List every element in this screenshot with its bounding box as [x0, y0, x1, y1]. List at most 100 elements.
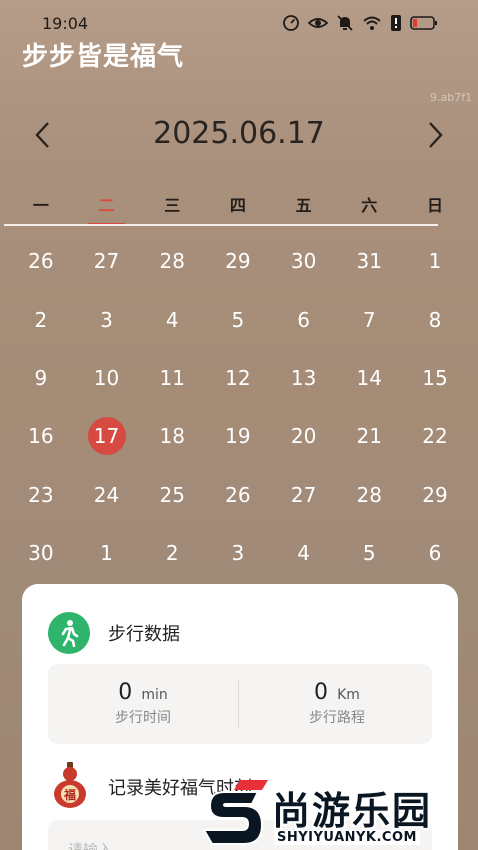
day-cell[interactable]: 1	[74, 524, 140, 582]
battery-icon	[410, 16, 437, 30]
day-number: 30	[290, 249, 317, 274]
day-number: 11	[159, 365, 185, 390]
wifi-icon	[363, 16, 381, 30]
stats-divider	[238, 680, 239, 728]
day-number: 13	[290, 365, 317, 390]
day-cell[interactable]: 27	[74, 232, 140, 290]
day-number: 6	[297, 307, 310, 332]
day-cell[interactable]: 3	[74, 290, 140, 348]
day-cell[interactable]: 26	[8, 232, 74, 290]
day-cell[interactable]: 5	[205, 290, 271, 348]
day-cell[interactable]: 18	[139, 407, 205, 465]
day-number: 5	[362, 541, 376, 566]
day-cell[interactable]: 3	[205, 524, 271, 582]
day-cell[interactable]: 24	[74, 466, 140, 524]
status-time: 19:04	[42, 14, 89, 33]
day-cell[interactable]: 28	[336, 466, 402, 524]
day-number: 6	[428, 541, 442, 566]
day-number: 3	[231, 541, 245, 566]
day-cell[interactable]: 29	[402, 466, 468, 524]
day-cell[interactable]: 29	[205, 232, 271, 290]
day-number: 30	[28, 541, 54, 566]
date-title[interactable]: 2025.06.17	[0, 116, 478, 151]
day-number: 2	[34, 307, 48, 332]
day-number: 7	[362, 307, 376, 332]
day-cell[interactable]: 16	[8, 407, 74, 465]
day-cell[interactable]: 4	[271, 524, 337, 582]
day-number: 1	[428, 249, 442, 274]
day-cell[interactable]: 2	[8, 290, 74, 348]
speed-icon	[283, 15, 299, 31]
day-number: 1	[100, 541, 113, 566]
day-number: 4	[165, 307, 179, 332]
walk-distance-unit: Km	[337, 687, 360, 703]
day-cell[interactable]: 10	[74, 349, 140, 407]
watermark-url: SHYIYUANYK.COM	[274, 830, 420, 845]
day-cell[interactable]: 21	[336, 407, 402, 465]
day-cell[interactable]: 31	[336, 232, 402, 290]
day-cell[interactable]: 28	[139, 232, 205, 290]
day-cell[interactable]: 2	[139, 524, 205, 582]
day-cell[interactable]: 20	[271, 407, 337, 465]
eye-icon	[308, 18, 328, 28]
day-cell[interactable]: 8	[402, 290, 468, 348]
day-cell[interactable]: 22	[402, 407, 468, 465]
day-number: 28	[159, 249, 185, 274]
day-number: 21	[356, 424, 382, 449]
day-number: 26	[28, 249, 54, 274]
gourd-icon: 福	[50, 762, 90, 810]
day-number: 8	[428, 307, 442, 332]
day-number: 15	[422, 365, 448, 390]
day-number: 26	[225, 482, 251, 507]
day-cell[interactable]: 6	[271, 290, 337, 348]
day-number: 23	[28, 482, 54, 507]
day-number: 3	[100, 307, 113, 332]
day-cell[interactable]: 25	[139, 466, 205, 524]
weekday-label: 六	[361, 196, 378, 215]
day-number: 24	[93, 482, 120, 507]
day-number: 31	[356, 249, 382, 274]
day-cell-selected[interactable]: 17	[74, 407, 140, 465]
day-cell[interactable]: 23	[8, 466, 74, 524]
weekday-label: 一	[32, 196, 49, 215]
bell-muted-icon	[337, 15, 353, 31]
day-cell[interactable]: 7	[336, 290, 402, 348]
status-icons	[282, 14, 438, 32]
weekday-header: 一二三四五六日	[8, 192, 468, 226]
day-cell[interactable]: 1	[402, 232, 468, 290]
day-cell[interactable]: 30	[271, 232, 337, 290]
day-cell[interactable]: 4	[139, 290, 205, 348]
watermark: 尚游乐园 SHYIYUANYK.COM	[198, 778, 478, 850]
day-cell[interactable]: 6	[402, 524, 468, 582]
weekday-label: 四	[229, 196, 246, 215]
day-cell[interactable]: 19	[205, 407, 271, 465]
day-cell[interactable]: 30	[8, 524, 74, 582]
day-cell[interactable]: 27	[271, 466, 337, 524]
version-tag: 9.ab7f1	[430, 91, 473, 104]
day-cell[interactable]: 15	[402, 349, 468, 407]
day-cell[interactable]: 13	[271, 349, 337, 407]
walk-icon	[48, 612, 90, 654]
chevron-right-icon	[429, 122, 443, 148]
day-cell[interactable]: 11	[139, 349, 205, 407]
day-cell[interactable]: 12	[205, 349, 271, 407]
day-number: 17	[87, 417, 126, 456]
weekday-label: 二	[74, 192, 140, 226]
day-cell[interactable]: 9	[8, 349, 74, 407]
day-cell[interactable]: 14	[336, 349, 402, 407]
day-number: 22	[422, 424, 448, 449]
watermark-text: 尚游乐园	[272, 789, 433, 833]
walk-time-unit: min	[141, 687, 168, 703]
walk-time-stat: 0 min 步行时间	[48, 680, 238, 727]
day-cell[interactable]: 26	[205, 466, 271, 524]
day-number: 18	[159, 424, 185, 449]
watermark-logo	[202, 780, 268, 845]
day-number: 29	[422, 482, 448, 507]
next-month-button[interactable]	[422, 118, 448, 152]
day-number: 10	[93, 365, 120, 390]
day-number: 28	[356, 482, 382, 507]
walk-time-value: 0	[118, 680, 133, 705]
day-cell[interactable]: 5	[336, 524, 402, 582]
walk-time-label: 步行时间	[115, 710, 171, 726]
weekday-divider	[4, 224, 438, 226]
